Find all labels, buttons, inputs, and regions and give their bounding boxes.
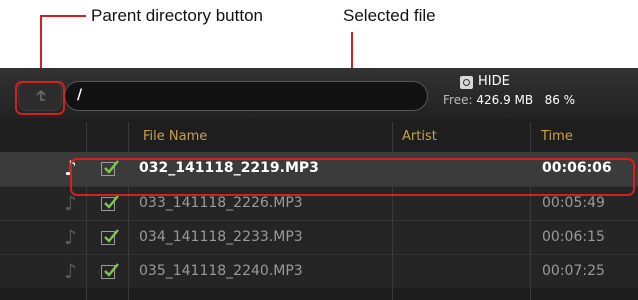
file-name: 034_141118_2233.MP3 xyxy=(139,229,303,245)
free-space-value: 426.9 MB xyxy=(476,93,534,107)
column-header-artist[interactable]: Artist xyxy=(402,129,437,144)
file-name: 033_141118_2226.MP3 xyxy=(139,195,303,211)
free-space-percent: 86 % xyxy=(544,93,576,107)
file-row[interactable]: ♪ 035_141118_2240.MP3 00:07:25 xyxy=(0,254,638,288)
checkbox-checked-icon[interactable] xyxy=(101,195,119,211)
free-label: Free: xyxy=(443,93,473,107)
file-time: 00:07:25 xyxy=(542,263,605,279)
column-divider xyxy=(86,122,87,300)
column-header-time[interactable]: Time xyxy=(541,129,573,144)
selected-file-highlight xyxy=(70,158,635,196)
file-row[interactable]: ♪ 034_141118_2233.MP3 00:06:15 xyxy=(0,220,638,254)
hide-toggle-icon[interactable] xyxy=(460,76,473,89)
browser-toolbar: / HIDE Free: 426.9 MB 86 % xyxy=(0,68,638,119)
column-header-file-name[interactable]: File Name xyxy=(143,129,207,144)
file-time: 00:05:49 xyxy=(542,195,605,211)
audio-note-icon: ♪ xyxy=(64,259,77,283)
stage: Parent directory button Selected file / … xyxy=(0,0,638,300)
column-divider xyxy=(392,122,393,300)
free-space-readout: Free: 426.9 MB 86 % xyxy=(443,93,575,107)
table-header: File Name Artist Time xyxy=(0,122,638,152)
checkbox-checked-icon[interactable] xyxy=(101,229,119,245)
audio-note-icon: ♪ xyxy=(64,225,77,249)
parent-leader-horizontal xyxy=(40,15,86,17)
parent-directory-callout: Parent directory button xyxy=(91,6,263,25)
file-name: 035_141118_2240.MP3 xyxy=(139,263,303,279)
parent-button-highlight xyxy=(15,81,65,115)
selected-file-callout: Selected file xyxy=(343,6,436,25)
checkbox-checked-icon[interactable] xyxy=(101,263,119,279)
file-time: 00:06:15 xyxy=(542,229,605,245)
column-divider xyxy=(128,122,129,300)
column-divider xyxy=(530,122,531,300)
path-field[interactable]: / xyxy=(64,81,428,111)
current-path: / xyxy=(77,87,83,103)
hide-toggle-label[interactable]: HIDE xyxy=(478,74,510,89)
